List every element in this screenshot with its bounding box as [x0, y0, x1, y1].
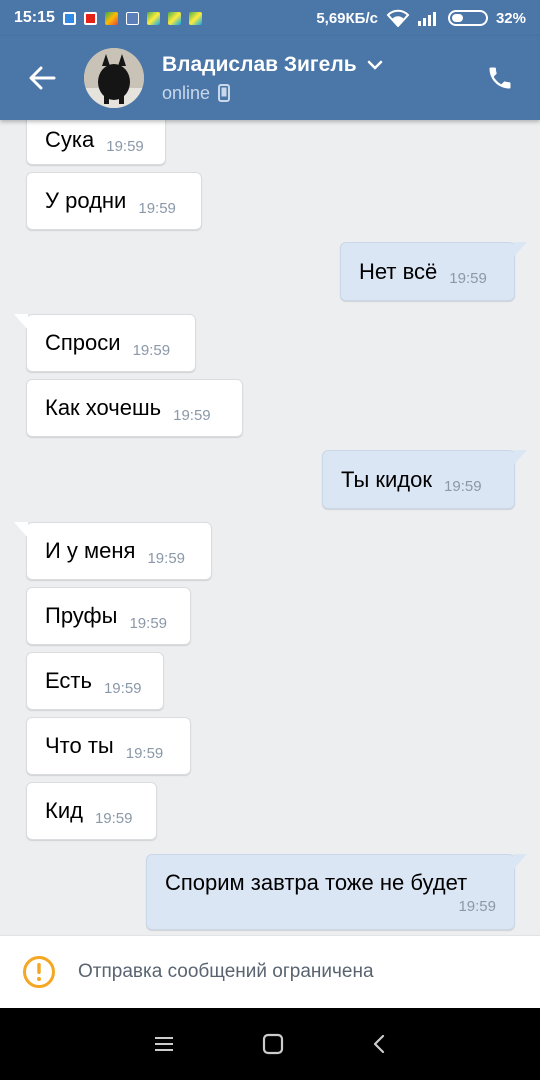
call-button[interactable] — [460, 36, 540, 120]
status-bar: 15:15 5,69КБ/с 32% — [0, 0, 540, 36]
message-incoming[interactable]: Как хочешь 19:59 — [26, 379, 243, 437]
menu-icon[interactable] — [153, 1035, 175, 1053]
message-incoming[interactable]: Пруфы 19:59 — [26, 587, 191, 645]
message-text: И у меня — [45, 538, 136, 563]
maps-icon — [104, 11, 118, 25]
message-text: Спроси — [45, 330, 121, 355]
message-text: Есть — [45, 668, 92, 693]
message-time: 19:59 — [129, 614, 168, 632]
header-info[interactable]: Владислав Зигель online — [162, 53, 383, 104]
phone-icon — [489, 67, 511, 89]
bubble-tail — [513, 450, 527, 466]
message-outgoing[interactable]: Нет всё 19:59 — [340, 242, 527, 301]
message-text: Кид — [45, 798, 83, 823]
bubble-tail — [14, 314, 28, 330]
back-button[interactable] — [0, 36, 84, 120]
wifi-icon — [386, 9, 410, 27]
restriction-text: Отправка сообщений ограничена — [78, 961, 374, 982]
restriction-bar: Отправка сообщений ограничена — [0, 935, 540, 1008]
network-speed: 5,69КБ/с — [316, 9, 378, 27]
message-text: Как хочешь — [45, 395, 162, 420]
bubble-tail — [513, 854, 527, 870]
chevron-down-icon — [367, 60, 382, 70]
contact-name-text: Владислав Зигель — [162, 52, 357, 76]
youtube-icon — [83, 11, 97, 25]
message-text: Сука — [45, 126, 95, 152]
message-incoming[interactable]: Сука 19:59 — [26, 120, 166, 165]
message-incoming[interactable]: Спроси 19:59 — [14, 314, 196, 372]
message-time: 19:59 — [444, 478, 482, 495]
contact-name[interactable]: Владислав Зигель — [162, 53, 383, 77]
system-navbar — [0, 1008, 540, 1080]
bubble-tail — [14, 522, 28, 538]
home-square-icon[interactable] — [262, 1033, 284, 1055]
arrow-left-icon — [29, 66, 56, 90]
message-text: Нет всё — [359, 258, 438, 284]
mobile-icon — [218, 84, 231, 102]
avatar[interactable] — [84, 48, 144, 108]
app-blue-icon — [62, 11, 76, 25]
contact-status: online — [162, 83, 383, 104]
message-text: Ты кидок — [341, 466, 433, 492]
shuttle-icon — [188, 11, 202, 25]
message-time: 19:59 — [449, 270, 487, 287]
message-time: 19:59 — [458, 897, 496, 915]
back-triangle-icon[interactable] — [371, 1033, 387, 1055]
message-incoming[interactable]: Есть 19:59 — [26, 652, 164, 710]
bubble-tail — [513, 242, 527, 258]
message-text: Спорим завтра тоже не будет — [165, 869, 468, 895]
message-time: 19:59 — [173, 406, 211, 424]
vk-icon — [125, 11, 139, 25]
message-time: 19:59 — [94, 809, 133, 827]
message-time: 19:59 — [106, 138, 144, 155]
status-right: 5,69КБ/с 32% — [316, 9, 526, 27]
chat-header: Владислав Зигель online — [0, 36, 540, 120]
warning-icon — [23, 956, 55, 988]
message-outgoing[interactable]: Спорим завтра тоже не будет 19:59 — [146, 854, 527, 930]
avatar-image — [84, 48, 144, 108]
signal-icon — [417, 12, 436, 26]
message-incoming[interactable]: Кид 19:59 — [26, 782, 157, 840]
message-time: 19:59 — [147, 549, 186, 567]
message-text: У родни — [45, 188, 127, 213]
message-time: 19:59 — [138, 199, 176, 217]
message-incoming[interactable]: И у меня 19:59 — [14, 522, 212, 580]
message-text: Пруфы — [45, 603, 118, 628]
clock: 15:15 — [14, 9, 55, 26]
shuttle-icon — [167, 11, 181, 25]
message-time: 19:59 — [132, 341, 171, 359]
status-left: 15:15 — [14, 9, 202, 27]
message-time: 19:59 — [125, 744, 164, 762]
status-text: online — [162, 82, 211, 103]
battery-icon — [447, 10, 488, 26]
message-time: 19:59 — [103, 679, 142, 697]
message-incoming[interactable]: У родни 19:59 — [26, 172, 202, 230]
message-incoming[interactable]: Что ты 19:59 — [26, 717, 191, 775]
message-list[interactable]: Сука 19:59 У родни 19:59 Нет всё 19:59 С… — [0, 120, 540, 935]
shuttle-icon — [146, 11, 160, 25]
message-outgoing[interactable]: Ты кидок 19:59 — [322, 450, 527, 509]
message-text: Что ты — [45, 733, 114, 758]
battery-percent: 32% — [495, 9, 526, 27]
battery-fill — [451, 14, 463, 22]
